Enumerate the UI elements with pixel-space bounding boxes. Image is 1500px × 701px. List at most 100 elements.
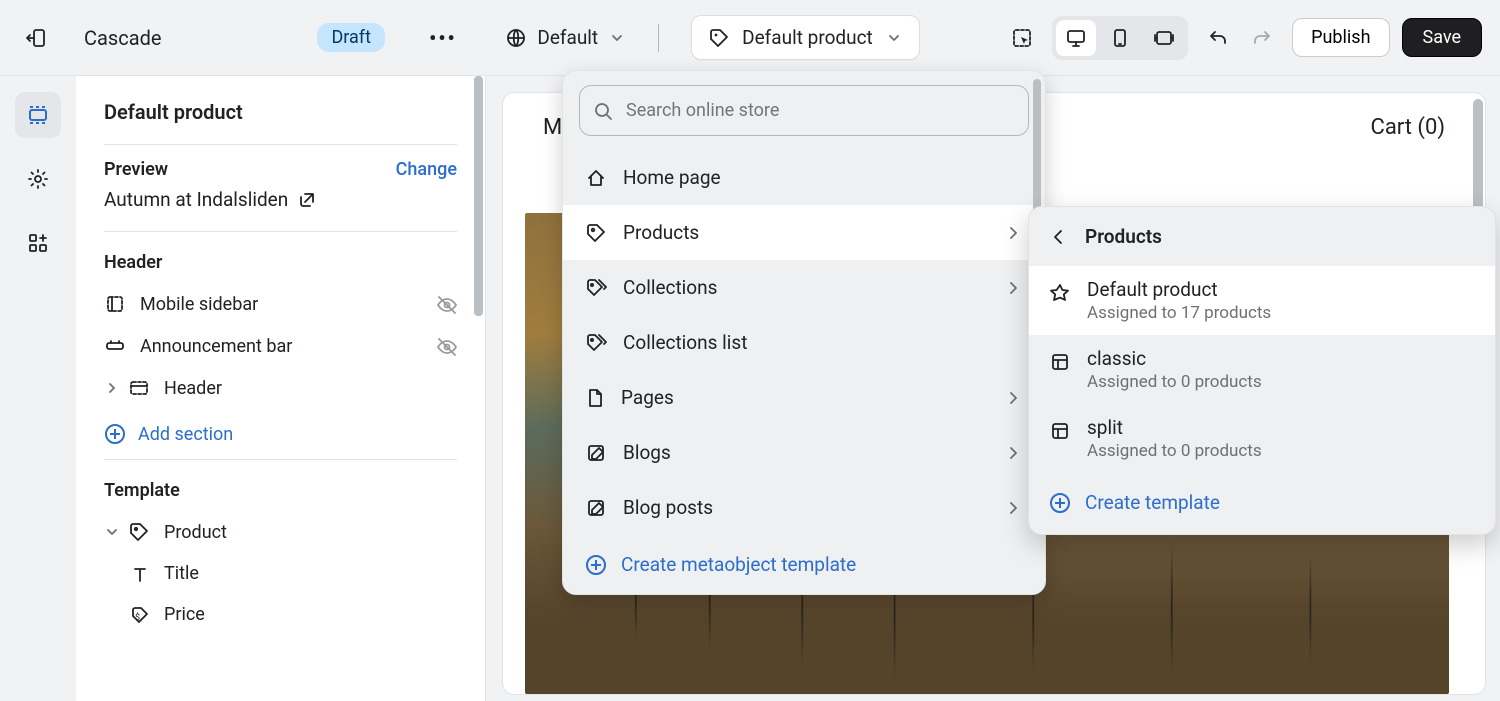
create-metaobject-template-button[interactable]: Create metaobject template xyxy=(563,535,1045,594)
sidebar-item-announcement-bar[interactable]: Announcement bar xyxy=(76,325,485,367)
create-template-button[interactable]: Create template xyxy=(1029,473,1495,534)
tag-icon xyxy=(708,27,730,49)
rail-sections-button[interactable] xyxy=(15,92,61,138)
tag-icon xyxy=(585,222,607,244)
top-bar-right: Publish Save xyxy=(1004,16,1482,60)
left-rail xyxy=(0,76,76,701)
dropdown-item-products[interactable]: Products xyxy=(563,205,1045,260)
dropdown-item-collections-list[interactable]: Collections list xyxy=(563,315,1045,370)
exit-editor-button[interactable] xyxy=(18,20,54,56)
sidebar-title: Default product xyxy=(76,76,485,144)
dropdown-item-label: Collections xyxy=(623,276,717,299)
top-bar-center: Default Default product xyxy=(437,15,988,60)
dropdown-item-label: Blogs xyxy=(623,441,671,464)
template-assigned-count: Assigned to 0 products xyxy=(1087,441,1262,461)
dropdown-item-blog-posts[interactable]: Blog posts xyxy=(563,480,1045,535)
dropdown-item-label: Blog posts xyxy=(623,496,713,519)
locale-label: Default xyxy=(537,26,598,49)
sidebar-item-label: Announcement bar xyxy=(140,336,292,357)
sidebar-item-label: Header xyxy=(164,378,222,399)
exit-icon xyxy=(24,26,48,50)
sidebar-item-label: Title xyxy=(164,563,199,584)
undo-button[interactable] xyxy=(1200,20,1236,56)
save-button[interactable]: Save xyxy=(1402,18,1483,57)
template-icon xyxy=(1049,347,1071,373)
rail-settings-button[interactable] xyxy=(15,156,61,202)
sidebar-item-mobile-sidebar[interactable]: Mobile sidebar xyxy=(76,283,485,325)
preview-resource-name: Autumn at Indalsliden xyxy=(104,188,288,211)
mobile-sidebar-icon xyxy=(104,293,126,315)
redo-button xyxy=(1244,20,1280,56)
dropdown-item-label: Pages xyxy=(621,386,674,409)
submenu-title: Products xyxy=(1085,225,1162,248)
chevron-down-icon xyxy=(104,524,120,540)
top-bar-left: Cascade xyxy=(18,20,161,56)
template-label: Default product xyxy=(742,26,873,49)
submenu-item-default-product[interactable]: Default productAssigned to 17 products xyxy=(1029,266,1495,335)
price-tag-icon: $ xyxy=(130,605,150,625)
fullwidth-icon xyxy=(1153,27,1175,49)
chevron-right-icon xyxy=(104,380,120,396)
blog-icon xyxy=(585,497,607,519)
undo-icon xyxy=(1207,27,1229,49)
chevron-right-icon xyxy=(1005,224,1023,242)
sections-icon xyxy=(25,102,51,128)
sidebar-item-header[interactable]: Header xyxy=(76,367,485,409)
plus-circle-icon xyxy=(585,554,607,576)
external-link-icon xyxy=(298,191,316,209)
plus-circle-icon xyxy=(1049,492,1071,514)
sidebar-item-price-block[interactable]: $ Price xyxy=(76,594,485,635)
viewport-fullwidth-button[interactable] xyxy=(1144,20,1184,56)
submenu-item-split[interactable]: splitAssigned to 0 products xyxy=(1029,404,1495,473)
visibility-hidden-icon[interactable] xyxy=(435,293,457,315)
viewport-desktop-button[interactable] xyxy=(1056,20,1096,56)
template-selector[interactable]: Default product xyxy=(691,15,920,60)
viewport-mobile-button[interactable] xyxy=(1100,20,1140,56)
chevron-right-icon xyxy=(1005,279,1023,297)
sidebar-scrollbar[interactable] xyxy=(473,76,485,526)
blog-icon xyxy=(585,442,607,464)
dropdown-item-home-page[interactable]: Home page xyxy=(563,150,1045,205)
add-section-button[interactable]: Add section xyxy=(76,409,485,459)
preview-resource[interactable]: Autumn at Indalsliden xyxy=(76,184,485,231)
submenu-header[interactable]: Products xyxy=(1029,207,1495,266)
publish-button[interactable]: Publish xyxy=(1292,18,1389,57)
text-icon xyxy=(130,564,150,584)
sidebar-item-label: Mobile sidebar xyxy=(140,294,258,315)
header-section-icon xyxy=(128,377,150,399)
cart-link[interactable]: Cart (0) xyxy=(1371,115,1446,140)
submenu-item-classic[interactable]: classicAssigned to 0 products xyxy=(1029,335,1495,404)
star-icon xyxy=(1049,278,1071,304)
search-input[interactable] xyxy=(579,85,1029,136)
sidebar-item-product[interactable]: Product xyxy=(76,511,485,553)
globe-icon xyxy=(505,27,527,49)
template-name: classic xyxy=(1087,347,1262,370)
undo-redo-group xyxy=(1200,20,1280,56)
tags-icon xyxy=(585,332,607,354)
dropdown-item-blogs[interactable]: Blogs xyxy=(563,425,1045,480)
preview-label: Preview xyxy=(104,159,168,180)
locale-selector[interactable]: Default xyxy=(505,26,626,49)
template-section-title: Template xyxy=(76,460,485,511)
dropdown-item-collections[interactable]: Collections xyxy=(563,260,1045,315)
inspector-icon xyxy=(1011,27,1033,49)
gear-icon xyxy=(26,167,50,191)
template-icon xyxy=(1049,416,1071,442)
create-template-label: Create template xyxy=(1085,491,1220,514)
chevron-right-icon xyxy=(1005,389,1023,407)
sidebar-item-title-block[interactable]: Title xyxy=(76,553,485,594)
dropdown-item-pages[interactable]: Pages xyxy=(563,370,1045,425)
template-assigned-count: Assigned to 17 products xyxy=(1087,303,1271,323)
inspector-toggle[interactable] xyxy=(1004,20,1040,56)
rail-apps-button[interactable] xyxy=(15,220,61,266)
page-icon xyxy=(585,387,605,409)
search-icon xyxy=(593,101,613,121)
visibility-hidden-icon[interactable] xyxy=(435,335,457,357)
announcement-icon xyxy=(104,335,126,357)
sidebar-item-label: Price xyxy=(164,604,205,625)
chevron-down-icon xyxy=(608,29,626,47)
redo-icon xyxy=(1251,27,1273,49)
change-preview-button[interactable]: Change xyxy=(396,159,457,180)
chevron-left-icon xyxy=(1049,227,1069,247)
create-metaobject-label: Create metaobject template xyxy=(621,553,856,576)
